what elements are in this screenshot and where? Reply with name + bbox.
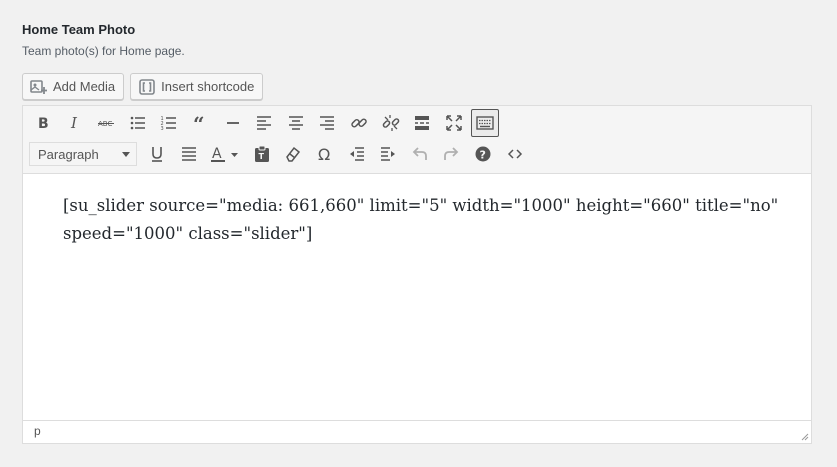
add-media-label: Add Media <box>53 79 116 94</box>
bold-icon[interactable]: B <box>29 109 57 137</box>
svg-text:?: ? <box>479 149 485 162</box>
redo-icon[interactable] <box>437 140 465 168</box>
resize-handle-icon[interactable] <box>799 431 809 441</box>
blockquote-icon[interactable]: “ <box>187 109 215 137</box>
indent-icon[interactable] <box>374 140 402 168</box>
field-description: Team photo(s) for Home page. <box>22 44 185 58</box>
fullscreen-icon[interactable] <box>440 109 468 137</box>
unlink-icon[interactable] <box>377 109 405 137</box>
svg-text:B: B <box>38 116 49 132</box>
justify-icon[interactable] <box>175 140 203 168</box>
toolbar-toggle-icon[interactable] <box>471 109 500 137</box>
format-select-value: Paragraph <box>38 146 99 162</box>
element-path[interactable]: p <box>34 424 41 438</box>
horizontal-line-icon[interactable] <box>219 109 247 137</box>
text-color-icon[interactable]: A <box>206 140 244 168</box>
svg-text:“: “ <box>193 114 205 132</box>
clear-formatting-icon[interactable] <box>279 140 307 168</box>
outdent-icon[interactable] <box>343 140 371 168</box>
svg-text:A: A <box>212 146 222 162</box>
rich-text-editor: B I ABC 123 “ Paragraph A T <box>22 105 812 444</box>
align-left-icon[interactable] <box>250 109 278 137</box>
media-buttons: Add Media Insert shortcode <box>22 73 264 100</box>
editor-content[interactable]: [su_slider source="media: 661,660" limit… <box>63 192 783 248</box>
add-media-icon <box>30 78 48 96</box>
insert-shortcode-label: Insert shortcode <box>161 79 255 94</box>
chevron-down-icon <box>122 151 130 157</box>
bullet-list-icon[interactable] <box>124 109 152 137</box>
toolbar-row-1: B I ABC 123 “ <box>29 109 503 137</box>
strikethrough-icon[interactable]: ABC <box>92 109 120 137</box>
special-character-icon[interactable]: Ω <box>311 140 339 168</box>
numbered-list-icon[interactable]: 123 <box>155 109 183 137</box>
format-select[interactable]: Paragraph <box>29 142 137 166</box>
svg-text:I: I <box>70 114 78 132</box>
undo-icon[interactable] <box>406 140 434 168</box>
link-icon[interactable] <box>345 109 373 137</box>
italic-icon[interactable]: I <box>61 109 89 137</box>
svg-text:Ω: Ω <box>318 145 330 163</box>
editor-statusbar: p <box>23 420 811 443</box>
add-media-button[interactable]: Add Media <box>22 73 125 100</box>
field-title: Home Team Photo <box>22 22 136 37</box>
paste-as-text-icon[interactable]: T <box>248 140 276 168</box>
svg-text:3: 3 <box>161 126 164 132</box>
editor-toolbar: B I ABC 123 “ Paragraph A T <box>23 106 811 174</box>
svg-text:T: T <box>258 152 264 161</box>
shortcode-icon <box>138 78 156 96</box>
align-right-icon[interactable] <box>313 109 341 137</box>
help-icon[interactable]: ? <box>469 140 497 168</box>
align-center-icon[interactable] <box>282 109 310 137</box>
read-more-icon[interactable] <box>408 109 436 137</box>
insert-shortcode-button[interactable]: Insert shortcode <box>130 73 264 100</box>
toolbar-row-2: Paragraph A T Ω ? <box>29 140 532 168</box>
code-icon[interactable] <box>501 140 529 168</box>
underline-icon[interactable] <box>143 140 171 168</box>
